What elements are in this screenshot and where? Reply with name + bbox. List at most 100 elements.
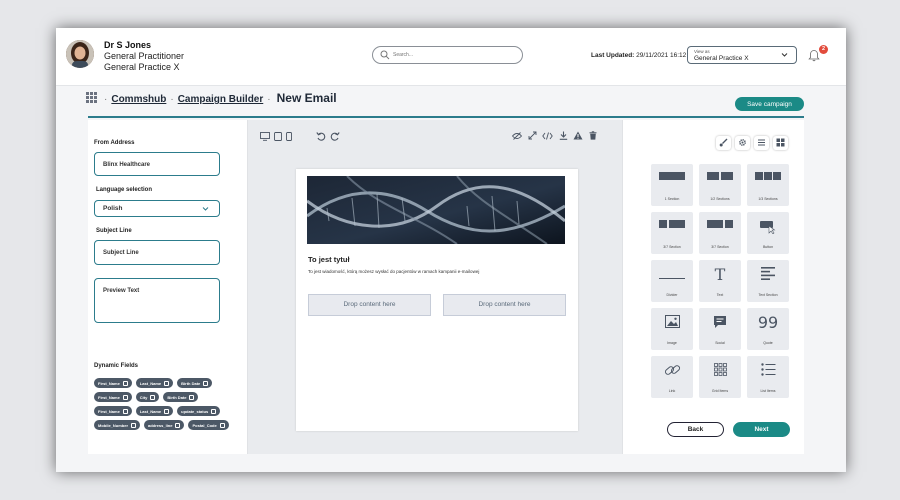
block-button[interactable]: Button: [747, 212, 789, 254]
copy-icon: [175, 422, 181, 428]
copy-icon: [150, 394, 156, 400]
grid-items-icon: [713, 363, 727, 376]
copy-icon: [122, 408, 128, 414]
dynamic-field-chip[interactable]: update_status: [177, 406, 221, 416]
language-value: Polish: [103, 205, 123, 212]
view-as-select[interactable]: View as General Practice X: [687, 46, 797, 64]
dynamic-field-chip[interactable]: Last_Name: [135, 378, 174, 388]
copy-icon: [164, 380, 170, 386]
block-quote[interactable]: 99 Quote: [747, 308, 789, 350]
last-updated-value: 29/11/2021 16:12: [636, 52, 687, 59]
page-title: New Email: [276, 91, 337, 105]
dynamic-field-chip[interactable]: First_Name: [94, 392, 132, 402]
copy-icon: [203, 380, 209, 386]
language-select[interactable]: Polish: [94, 200, 220, 217]
brush-icon: [719, 138, 728, 147]
next-button[interactable]: Next: [733, 422, 790, 437]
desktop-icon[interactable]: [260, 132, 270, 141]
hide-preview-icon[interactable]: [512, 132, 522, 140]
social-icon: [714, 316, 726, 328]
mobile-icon[interactable]: [286, 132, 292, 141]
dynamic-field-chip[interactable]: Birth Date: [163, 392, 199, 402]
hero-image[interactable]: [307, 176, 565, 244]
dynamic-field-chip[interactable]: Last_Name: [135, 406, 174, 416]
search-icon: [380, 50, 390, 60]
copy-icon: [122, 380, 128, 386]
copy-icon: [122, 394, 128, 400]
from-address-field[interactable]: Blinx Healthcare: [94, 152, 220, 176]
dynamic-field-chip[interactable]: address_line: [144, 420, 185, 430]
email-title[interactable]: To jest tytuł: [308, 255, 350, 264]
block-divider[interactable]: Divider: [651, 260, 693, 302]
copy-icon: [189, 394, 195, 400]
download-icon[interactable]: [559, 131, 568, 140]
block-three-sections[interactable]: 1/3 Sections: [747, 164, 789, 206]
dynamic-field-chip[interactable]: Birth Date: [177, 378, 213, 388]
trash-icon[interactable]: [589, 131, 597, 140]
email-canvas[interactable]: To jest tytuł To jest wiadomość, którą m…: [296, 169, 578, 431]
view-as-label: View as: [694, 49, 710, 54]
svg-text:99: 99: [758, 313, 778, 330]
menu-icon: [758, 139, 765, 146]
block-two-sections[interactable]: 1/2 Sections: [699, 164, 741, 206]
search-box[interactable]: [372, 46, 523, 64]
block-three-seven-section[interactable]: 3/7 Section: [651, 212, 693, 254]
style-tab[interactable]: [716, 136, 731, 150]
drop-zone-right[interactable]: Drop content here: [443, 294, 566, 316]
fullscreen-icon[interactable]: [528, 131, 537, 140]
block-one-section[interactable]: 1 Section: [651, 164, 693, 206]
user-practice: General Practice X: [104, 62, 180, 72]
drop-zone-left[interactable]: Drop content here: [308, 294, 431, 316]
blocks-tab[interactable]: [773, 136, 788, 150]
gear-icon: [739, 139, 746, 146]
dynamic-fields-list: First_Name Last_Name Birth Date First_Na…: [94, 378, 246, 434]
block-list-items[interactable]: List Items: [747, 356, 789, 398]
dynamic-field-chip[interactable]: Mobile_Number: [94, 420, 141, 430]
settings-tab[interactable]: [735, 136, 750, 150]
subject-line-label: Subject Line: [96, 228, 132, 234]
block-social[interactable]: Social: [699, 308, 741, 350]
search-input[interactable]: [393, 49, 513, 61]
save-campaign-button[interactable]: Save campaign: [735, 97, 804, 111]
quote-icon: 99: [758, 313, 778, 330]
chevron-down-icon: [781, 53, 788, 57]
dynamic-field-chip[interactable]: First_Name: [94, 406, 132, 416]
last-updated-label: Last Updated:: [591, 52, 635, 59]
breadcrumb-commshub[interactable]: Commshub: [111, 94, 166, 105]
layers-tab[interactable]: [754, 136, 769, 150]
undo-icon[interactable]: [316, 131, 326, 141]
warning-icon[interactable]: [573, 131, 583, 140]
block-seven-three-section[interactable]: 3/7 Section: [699, 212, 741, 254]
preview-text-field[interactable]: Preview Text: [94, 278, 220, 323]
copy-icon: [164, 408, 170, 414]
avatar[interactable]: [66, 40, 94, 68]
code-icon[interactable]: [542, 132, 553, 140]
dynamic-field-chip[interactable]: First_Name: [94, 378, 132, 388]
email-editor: To jest tytuł To jest wiadomość, którą m…: [248, 120, 622, 454]
block-image[interactable]: Image: [651, 308, 693, 350]
dynamic-field-chip[interactable]: Postal_Code: [188, 420, 229, 430]
view-as-value: General Practice X: [694, 55, 749, 62]
three-sections-icon: [755, 172, 781, 180]
back-button[interactable]: Back: [667, 422, 724, 437]
email-body-text[interactable]: To jest wiadomość, którą możesz wysłać d…: [308, 269, 479, 274]
block-text[interactable]: T Text: [699, 260, 741, 302]
block-grid-items[interactable]: Grid Items: [699, 356, 741, 398]
apps-grid-icon[interactable]: [86, 92, 97, 103]
bell-icon[interactable]: [808, 49, 820, 62]
text-icon: T: [715, 266, 726, 283]
dynamic-field-chip[interactable]: City: [135, 392, 160, 402]
divider-icon: [659, 278, 685, 279]
block-text-section[interactable]: Text Section: [747, 260, 789, 302]
block-link[interactable]: Link: [651, 356, 693, 398]
link-icon: [664, 365, 680, 375]
list-items-icon: [760, 363, 775, 376]
breadcrumb-campaign-builder[interactable]: Campaign Builder: [178, 94, 264, 105]
breadcrumb: · Commshub · Campaign Builder · New Email: [104, 91, 337, 105]
app-window: Dr S Jones General Practitioner General …: [56, 28, 846, 472]
last-updated: Last Updated: 29/11/2021 16:12: [591, 52, 686, 59]
tablet-icon[interactable]: [274, 132, 282, 141]
redo-icon[interactable]: [330, 131, 340, 141]
subject-line-field[interactable]: Subject Line: [94, 240, 220, 265]
dynamic-fields-label: Dynamic Fields: [94, 363, 139, 369]
